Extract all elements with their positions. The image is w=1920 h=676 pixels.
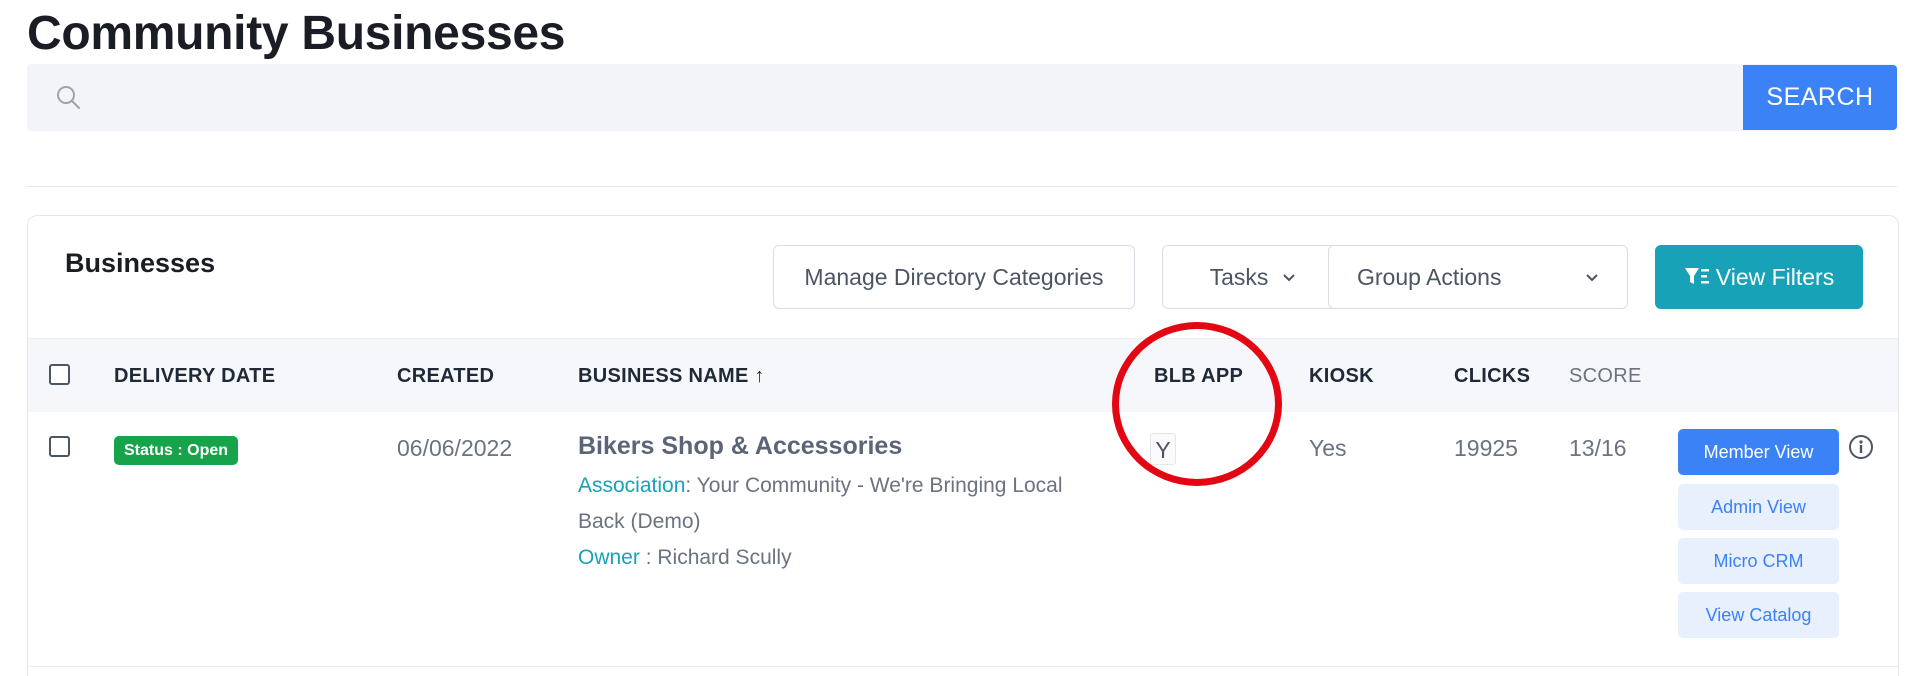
manage-directory-categories-button[interactable]: Manage Directory Categories	[773, 245, 1135, 309]
header-score[interactable]: SCORE	[1569, 365, 1642, 388]
micro-crm-button[interactable]: Micro CRM	[1678, 538, 1839, 584]
business-name-link[interactable]: Bikers Shop & Accessories	[578, 432, 902, 461]
owner-line: Owner : Richard Scully	[578, 540, 1108, 576]
info-icon[interactable]	[1848, 434, 1874, 460]
view-catalog-button[interactable]: View Catalog	[1678, 592, 1839, 638]
chevron-down-icon	[1586, 274, 1598, 282]
page-title: Community Businesses	[27, 7, 566, 60]
card-title: Businesses	[65, 248, 216, 278]
view-filters-label: View Filters	[1715, 263, 1835, 290]
filter-icon	[1684, 268, 1709, 284]
owner-link[interactable]: Owner	[578, 546, 640, 569]
admin-view-button[interactable]: Admin View	[1678, 484, 1839, 530]
search-bar	[27, 64, 1897, 131]
header-clicks[interactable]: CLICKS	[1454, 365, 1530, 388]
header-business-name[interactable]: BUSINESS NAME ↑	[578, 365, 765, 388]
tasks-label: Tasks	[1209, 263, 1269, 290]
select-all-checkbox[interactable]	[49, 364, 70, 385]
businesses-card: Businesses Manage Directory Categories T…	[27, 215, 1899, 676]
score-value: 13/16	[1569, 435, 1627, 461]
manage-categories-label: Manage Directory Categories	[804, 263, 1104, 290]
search-input[interactable]	[97, 64, 1737, 131]
row-divider	[28, 666, 1898, 667]
owner-value: : Richard Scully	[639, 546, 792, 569]
chevron-down-icon	[1283, 274, 1296, 282]
divider	[27, 186, 1897, 187]
group-actions-label: Group Actions	[1357, 263, 1502, 290]
clicks-value: 19925	[1454, 435, 1518, 461]
kiosk-value: Yes	[1309, 435, 1347, 461]
tasks-dropdown[interactable]: Tasks	[1162, 245, 1344, 309]
view-filters-button[interactable]: View Filters	[1655, 245, 1863, 309]
group-actions-dropdown[interactable]: Group Actions	[1328, 245, 1628, 309]
highlight-circle-annotation	[1112, 322, 1282, 486]
search-icon	[57, 86, 80, 109]
created-date: 06/06/2022	[397, 435, 513, 461]
association-link[interactable]: Association	[578, 474, 685, 497]
member-view-button[interactable]: Member View	[1678, 429, 1839, 475]
row-checkbox[interactable]	[49, 436, 70, 457]
header-delivery-date[interactable]: DELIVERY DATE	[114, 365, 275, 388]
status-badge: Status : Open	[114, 436, 239, 465]
table-header: DELIVERY DATE CREATED BUSINESS NAME ↑ BL…	[28, 338, 1898, 412]
header-created[interactable]: CREATED	[397, 365, 494, 388]
header-kiosk[interactable]: KIOSK	[1309, 365, 1374, 388]
association-line: Association: Your Community - We're Brin…	[578, 468, 1108, 540]
search-button[interactable]: SEARCH	[1743, 65, 1897, 130]
